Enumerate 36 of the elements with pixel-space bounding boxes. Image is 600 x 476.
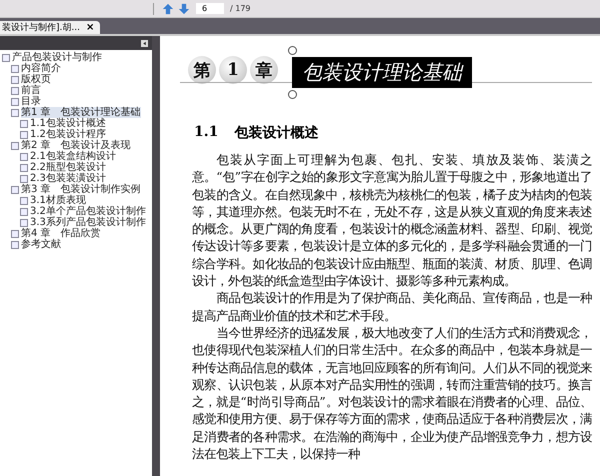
page-count: / 179	[230, 4, 251, 13]
document-tab[interactable]: 装设计与制作].胡... ×	[0, 21, 100, 34]
outline-item[interactable]: 目录	[21, 96, 41, 107]
close-icon[interactable]: ×	[86, 22, 94, 33]
outline-item[interactable]: 第4 章 作品欣赏	[21, 228, 101, 239]
collapse-icon[interactable]	[141, 40, 148, 46]
chapter-badge: 1	[219, 56, 247, 84]
outline-item[interactable]: 3.2单个产品包装设计制作	[30, 206, 146, 217]
page-number-field[interactable]: 6	[196, 3, 224, 14]
outline-item[interactable]: 第3 章 包装设计制作实例	[21, 184, 141, 195]
outline-item[interactable]: 1.1包装设计概述	[30, 118, 106, 129]
outline-item[interactable]: 3.3系列产品包装设计制作	[30, 217, 146, 228]
chapter-title: 包装设计理论基础	[292, 57, 472, 88]
section-title: 包装设计概述	[234, 124, 318, 142]
outline-item[interactable]: 第1 章 包装设计理论基础	[21, 107, 141, 118]
chapter-badge: 第	[188, 56, 216, 84]
up-arrow-icon[interactable]	[162, 2, 174, 14]
body-paragraph: 当今世界经济的迅猛发展，极大地改变了人们的生活方式和消费观念，也使得现代包装深植人们的日常生活中。在众多的商品中，包装本身就是一种传达商品信息的载体，无言地回应顾客的所有询问。人们从不同的视觉来观察、认识包装，从原本对产品实用性的强调，转而注重营销的技巧。换言之，就是“时尚引导商品”。对包装设计的需求着眼在消费者的心理、品位、感觉和使用方便、易于保存等方面的需求，使商品适应于各种消费层次，满足消费者的各种需求。在浩瀚的商海中，企业为使产品增强竞争力，想方设法在包装上下工夫，以保持一种	[191, 324, 592, 464]
outline-item[interactable]: 第2 章 包装设计及表现	[21, 140, 131, 151]
outline-item[interactable]: 1.2包装设计程序	[30, 129, 106, 140]
outline-item[interactable]: 版权页	[21, 74, 51, 85]
ring-icon	[288, 90, 297, 99]
ring-icon	[288, 46, 297, 55]
outline-item[interactable]: 产品包装设计与制作	[12, 52, 102, 63]
outline-item[interactable]: 2.2瓶型包装设计	[30, 162, 106, 173]
chapter-badge: 章	[250, 56, 278, 84]
body-paragraph: 商品包装设计的作用是为了保护商品、美化商品、宣传商品，也是一种提高产品商业价值的技术和艺术手段。	[191, 290, 592, 325]
outline-item[interactable]: 内容简介	[21, 63, 61, 74]
outline-item[interactable]: 参考文献	[21, 239, 61, 250]
outline-item[interactable]: 2.3包装装潢设计	[30, 173, 106, 184]
body-paragraph: 包装从字面上可理解为包裹、包扎、安装、填放及装饰、装潢之意。“包”字在创字之始的象形文字意寓为胎儿置于母腹之中，形象地道出了包装的含义。在自然现象中，核桃壳为核桃仁的包装，橘子皮为桔肉的包装等，其道理亦然。包装无时不在，无处不存，这是从狭义直观的角度来表述的概念。从更广阔的角度看，包装设计的概念涵盖材料、器型、印刷、视觉传达设计等多要素，包装设计是立体的多元化的，是多学科融会贯通的一门综合学科。如化妆品的包装设计应由瓶型、瓶面的装潢、材质、肌理、色调设计，外包装的纸盒造型由字体设计、摄影等多种元素构成。	[191, 152, 592, 290]
outline-item[interactable]: 前言	[21, 85, 41, 96]
down-arrow-icon[interactable]	[178, 2, 190, 14]
section-number: 1.1	[194, 124, 218, 142]
outline-item[interactable]: 3.1材质表现	[30, 195, 86, 206]
outline-item[interactable]: 2.1包装盒结构设计	[30, 151, 116, 162]
